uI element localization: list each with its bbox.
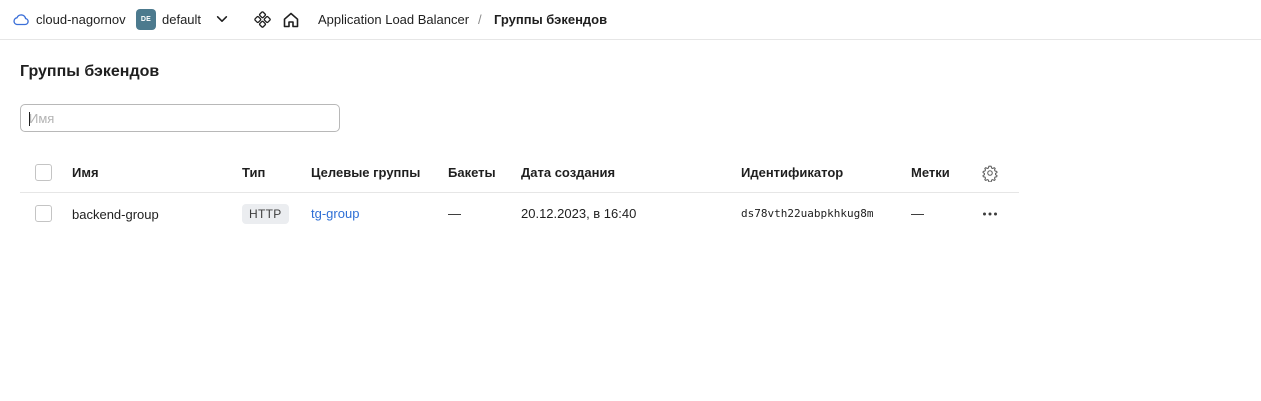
row-labels: — bbox=[911, 206, 924, 221]
page-title: Группы бэкендов bbox=[20, 63, 160, 80]
services-icon[interactable] bbox=[254, 11, 271, 28]
column-header-name[interactable]: Имя bbox=[72, 152, 99, 193]
gear-icon[interactable] bbox=[981, 164, 999, 182]
select-all-checkbox[interactable] bbox=[35, 164, 52, 181]
more-icon[interactable] bbox=[981, 205, 999, 223]
search-input[interactable] bbox=[21, 105, 339, 131]
row-id: ds78vth22uabpkhkug8m bbox=[741, 207, 874, 220]
chevron-down-icon[interactable] bbox=[215, 12, 229, 26]
top-bar: cloud-nagornov DE default Application Lo… bbox=[0, 0, 1261, 40]
column-header-buckets[interactable]: Бакеты bbox=[448, 152, 496, 193]
column-header-type[interactable]: Тип bbox=[242, 152, 265, 193]
row-buckets: — bbox=[448, 206, 461, 221]
select-all-cell bbox=[35, 152, 52, 193]
target-group-link[interactable]: tg-group bbox=[311, 206, 359, 221]
row-target-group-cell: tg-group bbox=[311, 193, 359, 234]
column-header-created[interactable]: Дата создания bbox=[521, 152, 615, 193]
row-type-cell: HTTP bbox=[242, 193, 289, 234]
folder-name[interactable]: default bbox=[162, 12, 201, 27]
row-checkbox[interactable] bbox=[35, 205, 52, 222]
column-header-labels[interactable]: Метки bbox=[911, 152, 950, 193]
column-settings-cell bbox=[981, 152, 999, 193]
home-icon[interactable] bbox=[282, 11, 300, 29]
search-field[interactable] bbox=[20, 104, 340, 132]
row-select-cell bbox=[35, 193, 52, 234]
row-created: 20.12.2023, в 16:40 bbox=[521, 206, 637, 221]
cloud-icon bbox=[13, 14, 29, 26]
type-badge: HTTP bbox=[242, 203, 289, 224]
folder-avatar: DE bbox=[136, 9, 156, 30]
breadcrumb-service[interactable]: Application Load Balancer bbox=[318, 12, 469, 27]
row-name[interactable]: backend-group bbox=[72, 194, 159, 235]
column-header-id[interactable]: Идентификатор bbox=[741, 152, 843, 193]
breadcrumb-separator: / bbox=[478, 12, 482, 27]
cloud-name[interactable]: cloud-nagornov bbox=[36, 12, 126, 27]
backend-groups-table: Имя Тип Целевые группы Бакеты Дата созда… bbox=[20, 152, 1019, 234]
row-actions-cell bbox=[981, 193, 999, 234]
column-header-target-groups[interactable]: Целевые группы bbox=[311, 152, 420, 193]
text-caret bbox=[29, 112, 30, 126]
breadcrumb-current: Группы бэкендов bbox=[494, 12, 608, 27]
table-header-row: Имя Тип Целевые группы Бакеты Дата созда… bbox=[20, 152, 1019, 193]
table-row[interactable]: backend-group HTTP tg-group — 20.12.2023… bbox=[20, 193, 1019, 234]
